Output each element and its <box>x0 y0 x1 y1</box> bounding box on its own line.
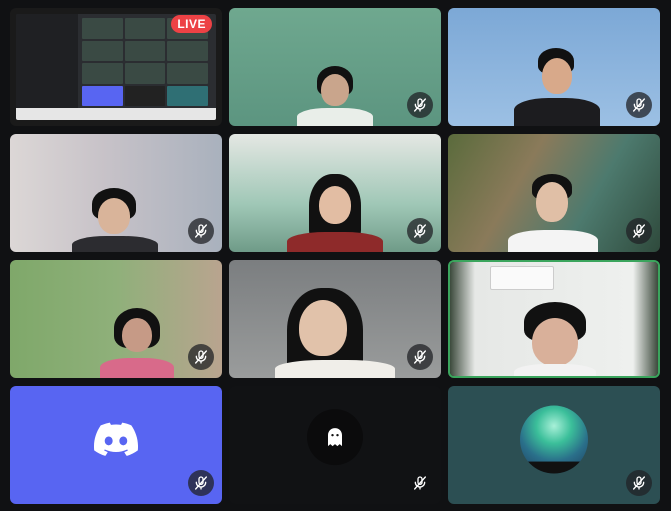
mic-muted-button[interactable] <box>626 470 652 496</box>
discord-logo-icon <box>93 422 139 460</box>
person-face <box>299 300 347 356</box>
participant-avatar-tile[interactable] <box>229 386 441 504</box>
ghost-icon <box>328 428 342 447</box>
person-face <box>321 74 349 106</box>
shared-taskbar <box>16 108 216 120</box>
shared-thumb <box>124 63 166 84</box>
mic-off-icon <box>195 350 207 364</box>
participant-avatar-tile[interactable] <box>448 386 660 504</box>
mic-off-icon <box>414 350 426 364</box>
mic-off-icon <box>195 224 207 238</box>
mic-muted-button[interactable] <box>626 218 652 244</box>
shared-thumb <box>167 40 208 61</box>
person-face <box>542 58 572 94</box>
mic-off-icon <box>414 98 426 112</box>
mic-off-icon <box>195 476 207 490</box>
person-body <box>297 108 373 126</box>
shared-thumb <box>124 40 166 61</box>
participant-video-tile[interactable] <box>229 8 441 126</box>
person-body <box>72 236 158 252</box>
participant-video-tile-speaking[interactable] <box>448 260 660 378</box>
live-badge: LIVE <box>171 15 212 33</box>
mic-muted-button[interactable] <box>407 470 433 496</box>
mic-muted-button[interactable] <box>188 218 214 244</box>
mic-off-icon <box>414 476 426 490</box>
person-body <box>514 98 600 126</box>
person-body <box>514 364 596 376</box>
participant-video-tile[interactable] <box>448 8 660 126</box>
person-face <box>532 318 578 366</box>
shared-thumb <box>167 85 208 106</box>
shared-thumb <box>124 18 166 39</box>
person-face <box>98 198 130 234</box>
mic-muted-button[interactable] <box>407 218 433 244</box>
mic-off-icon <box>633 224 645 238</box>
user-avatar <box>307 409 363 466</box>
shared-thumb <box>82 85 123 106</box>
shared-thumb <box>167 63 208 84</box>
participant-video-tile[interactable] <box>229 260 441 378</box>
mic-muted-button[interactable] <box>407 344 433 370</box>
person-face <box>122 318 152 352</box>
mic-off-icon <box>633 98 645 112</box>
person-body <box>100 358 174 378</box>
video-call-grid: LIVE <box>0 0 671 511</box>
person-face <box>319 186 351 224</box>
participant-video-tile[interactable] <box>10 260 222 378</box>
shared-sidebar <box>16 14 78 108</box>
shared-thumb <box>82 63 123 84</box>
person-face <box>536 182 568 222</box>
mic-muted-button[interactable] <box>188 344 214 370</box>
mic-muted-button[interactable] <box>188 470 214 496</box>
mic-muted-button[interactable] <box>626 92 652 118</box>
air-conditioner <box>490 266 554 290</box>
participant-video-tile[interactable] <box>448 134 660 252</box>
person-body <box>508 230 598 252</box>
mic-off-icon <box>633 476 645 490</box>
shared-thumb <box>124 85 166 106</box>
person-body <box>275 360 395 378</box>
participant-video-tile[interactable] <box>229 134 441 252</box>
participant-avatar-tile[interactable] <box>10 386 222 504</box>
mic-muted-button[interactable] <box>407 92 433 118</box>
shared-thumb <box>82 40 123 61</box>
person-body <box>287 232 383 252</box>
shared-thumb <box>82 18 123 39</box>
aurora-avatar <box>520 405 588 474</box>
participant-video-tile[interactable] <box>10 134 222 252</box>
mic-off-icon <box>414 224 426 238</box>
screen-share-tile[interactable]: LIVE <box>10 8 222 126</box>
